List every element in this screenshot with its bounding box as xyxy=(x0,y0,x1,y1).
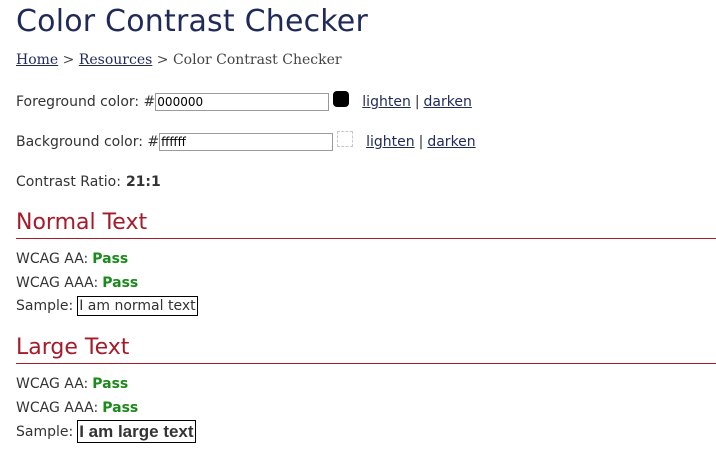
link-divider: | xyxy=(418,134,424,150)
foreground-label: Foreground color: # xyxy=(16,94,156,110)
large-aa-result: Pass xyxy=(92,376,129,392)
normal-aa-row: WCAG AA: Pass xyxy=(16,250,128,268)
large-aaa-row: WCAG AAA: Pass xyxy=(16,399,138,417)
foreground-lighten-link[interactable]: lighten xyxy=(362,93,411,111)
background-lighten-link[interactable]: lighten xyxy=(366,133,415,151)
contrast-ratio-label: Contrast Ratio: xyxy=(16,174,121,190)
background-row: Background color: # lighten | darken xyxy=(16,131,476,151)
contrast-ratio-value: 21:1 xyxy=(125,174,161,190)
large-sample-row: Sample: I am large text xyxy=(16,420,196,443)
background-darken-link[interactable]: darken xyxy=(427,133,475,151)
sample-label: Sample: xyxy=(16,298,74,314)
large-text-sample: I am large text xyxy=(77,420,196,443)
foreground-color-input[interactable] xyxy=(155,93,330,111)
large-aa-row: WCAG AA: Pass xyxy=(16,375,128,393)
large-aaa-result: Pass xyxy=(102,400,139,416)
breadcrumb: Home > Resources > Color Contrast Checke… xyxy=(16,51,342,69)
link-divider: | xyxy=(414,94,420,110)
normal-aaa-row: WCAG AAA: Pass xyxy=(16,274,138,292)
background-label: Background color: # xyxy=(16,134,160,150)
foreground-swatch xyxy=(333,91,350,107)
wcag-aaa-label: WCAG AAA: xyxy=(16,275,99,291)
page-title: Color Contrast Checker xyxy=(16,4,368,39)
breadcrumb-resources-link[interactable]: Resources xyxy=(79,52,152,68)
normal-aa-result: Pass xyxy=(92,251,129,267)
background-color-input[interactable] xyxy=(159,133,334,151)
wcag-aa-label: WCAG AA: xyxy=(16,251,89,267)
contrast-ratio-row: Contrast Ratio: 21:1 xyxy=(16,173,161,191)
wcag-aa-label: WCAG AA: xyxy=(16,376,89,392)
foreground-darken-link[interactable]: darken xyxy=(424,93,472,111)
breadcrumb-separator: > xyxy=(156,52,169,68)
breadcrumb-separator: > xyxy=(62,52,75,68)
background-swatch xyxy=(337,131,354,147)
sample-label: Sample: xyxy=(16,423,74,440)
normal-sample-row: Sample: I am normal text xyxy=(16,296,198,316)
breadcrumb-current: Color Contrast Checker xyxy=(172,52,342,68)
wcag-aaa-label: WCAG AAA: xyxy=(16,400,99,416)
normal-aaa-result: Pass xyxy=(102,275,139,291)
large-text-heading: Large Text xyxy=(16,335,716,364)
normal-text-sample: I am normal text xyxy=(77,296,198,316)
breadcrumb-home-link[interactable]: Home xyxy=(16,52,58,68)
normal-text-heading: Normal Text xyxy=(16,210,716,239)
foreground-row: Foreground color: # lighten | darken xyxy=(16,91,472,111)
